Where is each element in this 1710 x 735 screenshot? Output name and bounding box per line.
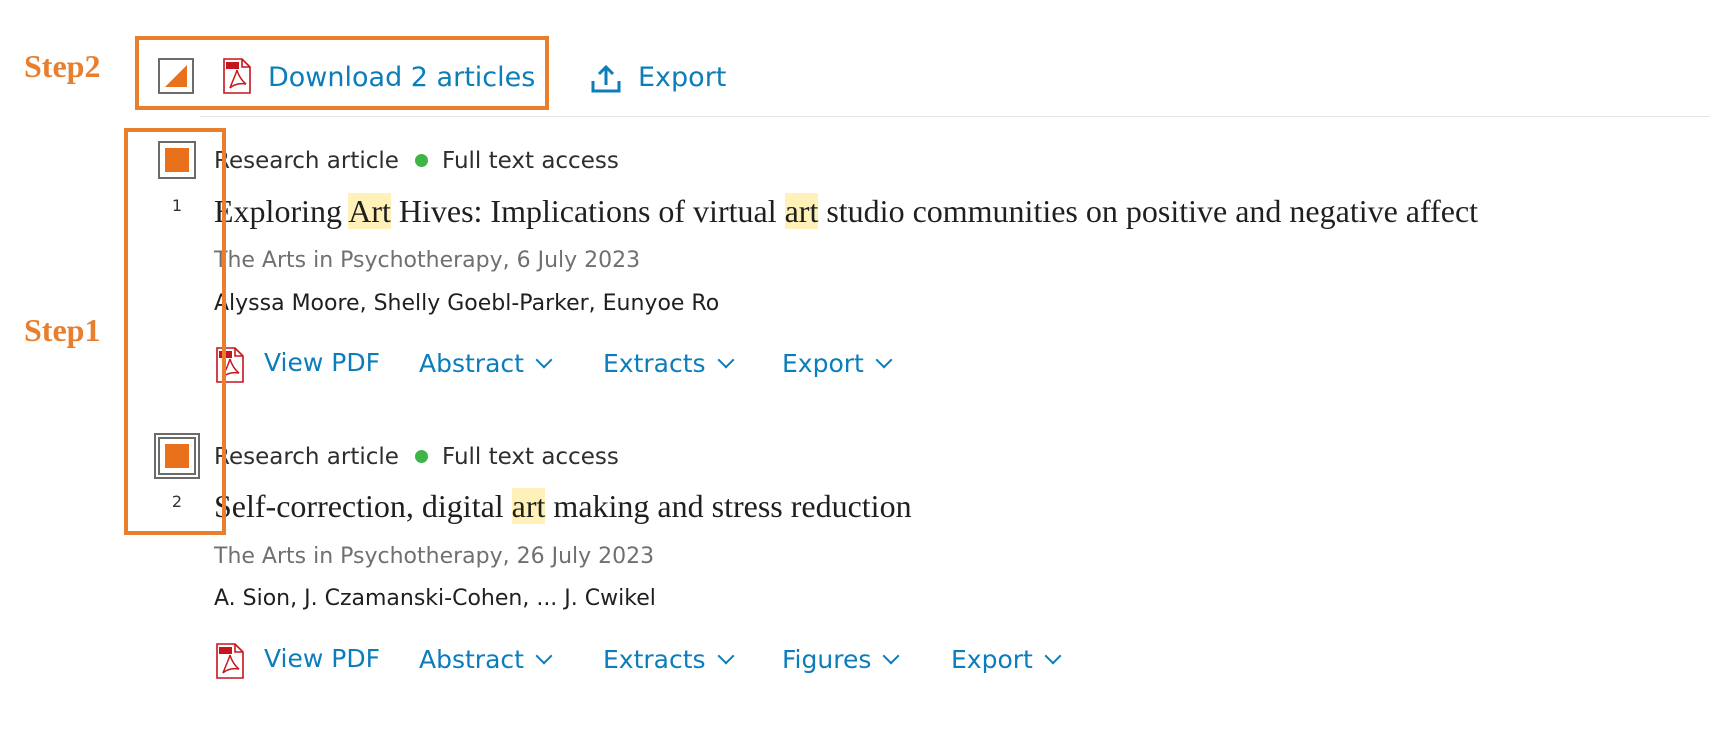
export-toggle[interactable]: Export <box>951 645 1062 674</box>
article-1-title[interactable]: Exploring Art Hives: Implications of vir… <box>214 193 1478 230</box>
access-label: Full text access <box>441 148 619 174</box>
view-pdf-link[interactable]: View PDF <box>264 644 380 673</box>
chevron-down-icon <box>875 351 893 369</box>
search-highlight: art <box>784 193 819 229</box>
article-2-source: The Arts in Psychotherapy, 26 July 2023 <box>214 544 655 569</box>
access-label: Full text access <box>441 444 619 470</box>
export-upload-icon <box>591 64 621 93</box>
toolbar-divider <box>200 116 1710 117</box>
extracts-toggle[interactable]: Extracts <box>603 349 735 378</box>
abstract-toggle[interactable]: Abstract <box>419 645 553 674</box>
export-toggle[interactable]: Export <box>782 349 893 378</box>
article-1-meta: Research article Full text access <box>214 148 619 174</box>
chevron-down-icon <box>882 647 900 665</box>
export-all-button[interactable]: Export <box>638 62 726 93</box>
article-1-source: The Arts in Psychotherapy, 6 July 2023 <box>214 248 641 273</box>
abstract-toggle[interactable]: Abstract <box>419 349 553 378</box>
step1-highlight-box <box>124 128 226 535</box>
step2-label: Step2 <box>24 48 101 84</box>
chevron-down-icon <box>717 647 735 665</box>
access-dot-icon <box>414 450 428 463</box>
article-type: Research article <box>214 148 399 174</box>
article-type: Research article <box>214 444 399 470</box>
search-highlight: Art <box>348 193 391 229</box>
chevron-down-icon <box>535 351 553 369</box>
article-1-authors: Alyssa Moore, Shelly Goebl-Parker, Eunyo… <box>214 291 720 316</box>
view-pdf-link[interactable]: View PDF <box>264 348 380 377</box>
search-highlight: art <box>511 488 546 524</box>
access-dot-icon <box>414 154 428 167</box>
extracts-toggle[interactable]: Extracts <box>603 645 735 674</box>
pdf-icon <box>216 643 244 679</box>
article-2-authors: A. Sion, J. Czamanski-Cohen, ... J. Cwik… <box>214 586 656 611</box>
chevron-down-icon <box>717 351 735 369</box>
article-2-meta: Research article Full text access <box>214 444 619 470</box>
step1-label: Step1 <box>24 312 101 348</box>
article-2-title[interactable]: Self-correction, digital art making and … <box>214 488 912 525</box>
chevron-down-icon <box>1044 647 1062 665</box>
step2-highlight-box <box>135 36 549 110</box>
figures-toggle[interactable]: Figures <box>782 645 900 674</box>
chevron-down-icon <box>535 647 553 665</box>
